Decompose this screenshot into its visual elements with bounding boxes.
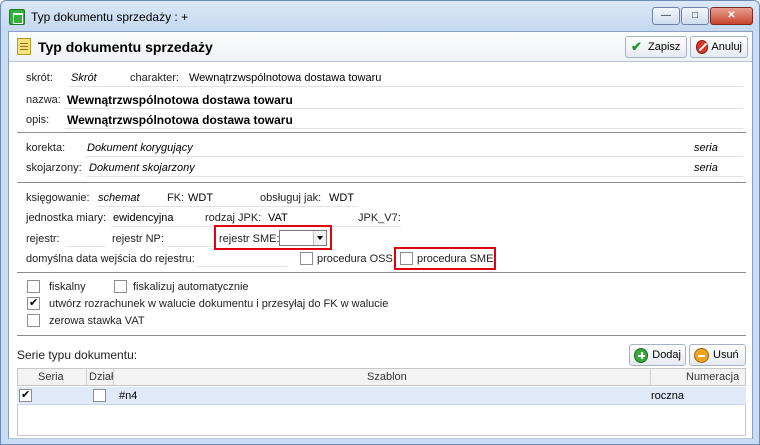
seria-checkbox[interactable] xyxy=(19,388,32,402)
procedura-oss-label: procedura OSS xyxy=(317,253,393,265)
rejestr-label: rejestr: xyxy=(26,233,60,245)
jednostka-miary-field[interactable]: ewidencyjna xyxy=(113,212,174,224)
szablon-cell: #n4 xyxy=(119,390,138,402)
cancel-icon xyxy=(696,40,709,54)
obsluguj-label: obsługuj jak: xyxy=(260,192,322,204)
window: Typ dokumentu sprzedaży : + — □ ✕ Typ do… xyxy=(0,0,760,445)
highlight-rejestr-sme xyxy=(214,225,332,250)
add-series-button[interactable]: Dodaj xyxy=(629,344,686,366)
opis-label: opis: xyxy=(26,114,50,126)
window-title: Typ dokumentu sprzedaży : + xyxy=(31,10,189,24)
charakter-label: charakter: xyxy=(130,72,179,84)
skojarzony-field[interactable]: Dokument skojarzony xyxy=(89,162,195,174)
zerowa-stawka-checkbox[interactable] xyxy=(27,314,40,327)
charakter-field[interactable]: Wewnątrzwspólnotowa dostawa towaru xyxy=(189,72,381,84)
bottom-border xyxy=(9,438,752,439)
column-divider xyxy=(113,369,114,385)
korekta-line xyxy=(85,156,743,157)
zerowa-stawka-label: zerowa stawka VAT xyxy=(49,315,145,327)
separator xyxy=(17,132,746,133)
plus-icon xyxy=(634,347,649,363)
save-label: Zapisz xyxy=(648,41,681,53)
series-table-header: Seria Dział Szablon Numeracja xyxy=(17,368,746,386)
nazwa-label: nazwa: xyxy=(26,94,61,106)
column-szablon[interactable]: Szablon xyxy=(367,371,407,383)
fiskalny-label: fiskalny xyxy=(49,281,86,293)
dzial-checkbox[interactable] xyxy=(93,389,106,402)
obsluguj-field[interactable]: WDT xyxy=(329,192,354,204)
separator xyxy=(17,335,746,336)
column-divider xyxy=(650,369,651,385)
form-client-area: Typ dokumentu sprzedaży ✔ Zapisz Anuluj … xyxy=(8,31,753,439)
fiskalizuj-label: fiskalizuj automatycznie xyxy=(133,281,249,293)
column-dzial[interactable]: Dział xyxy=(89,371,113,383)
series-title: Serie typu dokumentu: xyxy=(17,348,138,362)
opis-field[interactable]: Wewnątrzwspólnotowa dostawa towaru xyxy=(67,113,293,127)
column-divider xyxy=(86,369,87,385)
minus-icon xyxy=(694,347,709,363)
ksiegowanie-field[interactable]: schemat xyxy=(98,192,140,204)
fiskalizuj-checkbox[interactable] xyxy=(114,280,127,293)
data-wejscia-line xyxy=(197,266,287,267)
cancel-button[interactable]: Anuluj xyxy=(690,36,748,58)
nazwa-field[interactable]: Wewnątrzwspólnotowa dostawa towaru xyxy=(67,93,293,107)
korekta-label: korekta: xyxy=(26,142,66,154)
table-row[interactable]: #n4 roczna xyxy=(17,387,746,405)
minimize-button[interactable]: — xyxy=(652,7,680,25)
numeracja-cell: roczna xyxy=(651,390,685,402)
fiskalny-checkbox[interactable] xyxy=(27,280,40,293)
skojarzony-line xyxy=(87,176,743,177)
nazwa-line xyxy=(65,108,743,109)
title-bar[interactable]: Typ dokumentu sprzedaży : + — □ ✕ xyxy=(1,1,759,31)
data-wejscia-label: domyślna data wejścia do rejestru: xyxy=(26,253,195,265)
document-icon xyxy=(17,38,31,55)
form-header: Typ dokumentu sprzedaży ✔ Zapisz Anuluj xyxy=(9,32,752,62)
add-label: Dodaj xyxy=(652,349,681,361)
separator xyxy=(17,182,746,183)
korekta-seria[interactable]: seria xyxy=(694,142,718,154)
form-title: Typ dokumentu sprzedaży xyxy=(38,39,213,55)
check-icon: ✔ xyxy=(631,39,642,54)
rejestr-np-line xyxy=(167,246,213,247)
ksiegowanie-line xyxy=(96,206,358,207)
maximize-button[interactable]: □ xyxy=(681,7,709,25)
rozrachunek-checkbox[interactable] xyxy=(27,296,40,310)
fk-label: FK: xyxy=(167,192,185,204)
fk-field[interactable]: WDT xyxy=(188,192,213,204)
opis-line xyxy=(65,128,743,129)
rodzaj-jpk-field[interactable]: VAT xyxy=(268,212,288,224)
skrot-field[interactable]: Skrót xyxy=(71,72,97,84)
rozrachunek-label: utwórz rozrachunek w walucie dokumentu i… xyxy=(49,298,389,310)
skojarzony-label: skojarzony: xyxy=(26,162,82,174)
korekta-field[interactable]: Dokument korygujący xyxy=(87,142,193,154)
skojarzony-seria[interactable]: seria xyxy=(694,162,718,174)
app-icon xyxy=(9,9,25,25)
rejestr-np-label: rejestr NP: xyxy=(112,233,164,245)
procedura-oss-checkbox[interactable] xyxy=(300,252,313,265)
save-button[interactable]: ✔ Zapisz xyxy=(625,36,687,58)
rodzaj-jpk-label: rodzaj JPK: xyxy=(205,212,262,224)
close-button[interactable]: ✕ xyxy=(710,7,753,25)
skrot-line xyxy=(69,86,743,87)
ksiegowanie-label: księgowanie: xyxy=(26,192,90,204)
rejestr-line xyxy=(66,246,106,247)
jednostka-miary-label: jednostka miary: xyxy=(26,212,107,224)
skrot-label: skrót: xyxy=(26,72,53,84)
column-numeracja[interactable]: Numeracja xyxy=(686,371,739,383)
delete-label: Usuń xyxy=(713,349,739,361)
jpk-v7-label: JPK_V7: xyxy=(358,212,401,224)
column-seria[interactable]: Seria xyxy=(38,371,64,383)
delete-series-button[interactable]: Usuń xyxy=(689,344,746,366)
cancel-label: Anuluj xyxy=(711,41,742,53)
separator xyxy=(17,272,746,273)
highlight-procedura-sme xyxy=(394,247,496,270)
